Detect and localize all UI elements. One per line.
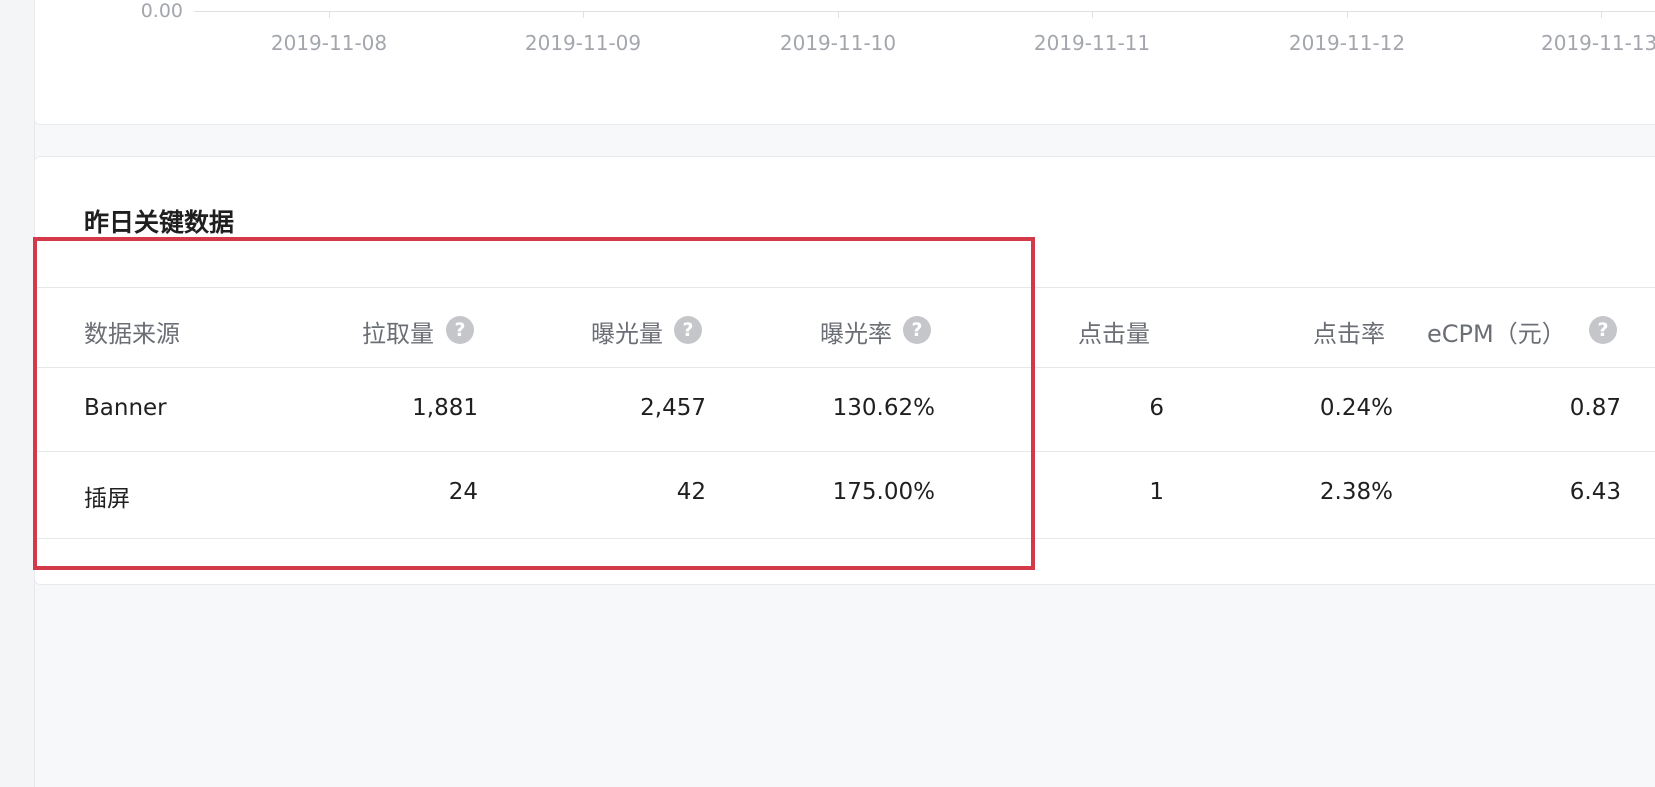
x-axis-tick xyxy=(838,11,839,18)
y-axis-zero-label: 0.00 xyxy=(140,0,183,22)
column-header-ecpm: eCPM（元） xyxy=(1427,320,1566,348)
x-axis-tick-label: 2019-11-12 xyxy=(1288,31,1406,55)
left-rail xyxy=(0,0,35,787)
x-axis-line xyxy=(194,11,1655,12)
trend-chart-card xyxy=(34,0,1655,125)
cell-ctr: 0.24% xyxy=(1319,395,1393,421)
x-axis-tick-label: 2019-11-11 xyxy=(1033,31,1151,55)
column-header-clicks: 点击量 xyxy=(1078,320,1150,348)
x-axis-tick-label: 2019-11-09 xyxy=(524,31,642,55)
section-title: 昨日关键数据 xyxy=(84,208,235,237)
x-axis-tick xyxy=(1092,11,1093,18)
x-axis-tick-label: 2019-11-13 xyxy=(1541,31,1655,55)
cell-ecpm: 0.87 xyxy=(1569,395,1621,421)
cell-ecpm: 6.43 xyxy=(1569,479,1621,505)
highlight-annotation-box xyxy=(33,237,1035,570)
x-axis-tick xyxy=(1601,11,1602,18)
column-header-ctr: 点击率 xyxy=(1313,320,1385,348)
x-axis-tick xyxy=(1347,11,1348,18)
cell-ctr: 2.38% xyxy=(1319,479,1393,505)
x-axis-tick xyxy=(583,11,584,18)
x-axis-tick-label: 2019-11-10 xyxy=(779,31,897,55)
x-axis-tick xyxy=(329,11,330,18)
help-icon[interactable]: ? xyxy=(1589,316,1617,344)
x-axis-tick-label: 2019-11-08 xyxy=(270,31,388,55)
